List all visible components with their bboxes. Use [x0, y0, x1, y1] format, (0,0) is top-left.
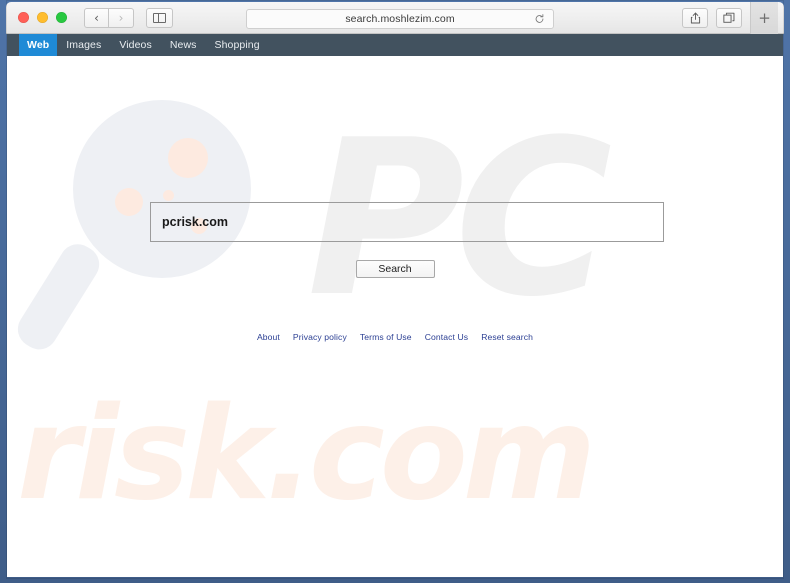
footer-link-reset-search[interactable]: Reset search	[481, 332, 533, 342]
browser-toolbar: ‹ › search.moshlezim.com +	[6, 2, 784, 34]
chevron-left-icon: ‹	[94, 10, 99, 25]
nav-item-images[interactable]: Images	[57, 34, 110, 56]
share-button[interactable]	[682, 8, 708, 28]
risk-watermark-text: risk.com	[17, 380, 596, 529]
url-text: search.moshlezim.com	[345, 13, 455, 25]
search-form	[150, 202, 664, 242]
footer-link-privacy-policy[interactable]: Privacy policy	[293, 332, 347, 342]
search-button[interactable]: Search	[355, 260, 435, 278]
nav-item-videos[interactable]: Videos	[110, 34, 161, 56]
chevron-right-icon: ›	[118, 10, 124, 25]
navigation-buttons: ‹ ›	[84, 7, 134, 28]
nav-item-news[interactable]: News	[161, 34, 206, 56]
footer-link-about[interactable]: About	[257, 332, 280, 342]
magnifier-watermark	[11, 100, 285, 390]
new-tab-button[interactable]: +	[750, 2, 778, 34]
search-button-row: Search	[7, 260, 783, 278]
url-field[interactable]: search.moshlezim.com	[246, 9, 554, 29]
minimize-window-button[interactable]	[37, 12, 48, 23]
search-input[interactable]	[150, 202, 664, 242]
show-tabs-icon	[723, 12, 735, 23]
footer-link-terms-of-use[interactable]: Terms of Use	[360, 332, 412, 342]
share-icon	[690, 12, 700, 24]
nav-item-shopping[interactable]: Shopping	[206, 34, 269, 56]
traffic-lights	[18, 12, 67, 23]
footer-link-contact-us[interactable]: Contact Us	[425, 332, 469, 342]
browser-window: ‹ › search.moshlezim.com + Web Images Vi…	[0, 0, 790, 583]
site-navigation-bar: Web Images Videos News Shopping	[7, 34, 783, 56]
nav-item-web[interactable]: Web	[19, 34, 58, 56]
magnifier-lens	[73, 100, 251, 278]
address-bar[interactable]: search.moshlezim.com	[246, 9, 554, 29]
forward-button[interactable]: ›	[109, 7, 134, 28]
close-window-button[interactable]	[18, 12, 29, 23]
back-button[interactable]: ‹	[84, 7, 109, 28]
footer-links: About Privacy policy Terms of Use Contac…	[7, 332, 783, 342]
page-content: PC risk.com Search About Privacy policy …	[7, 56, 783, 577]
sidebar-icon	[153, 12, 166, 23]
maximize-window-button[interactable]	[56, 12, 67, 23]
reload-icon[interactable]	[534, 14, 545, 25]
magnifier-dot	[115, 188, 143, 216]
magnifier-dot	[168, 138, 208, 178]
toolbar-right-group: +	[682, 2, 778, 34]
show-tabs-button[interactable]	[716, 8, 742, 28]
sidebar-toggle-button[interactable]	[146, 7, 173, 28]
magnifier-dot	[163, 190, 174, 201]
